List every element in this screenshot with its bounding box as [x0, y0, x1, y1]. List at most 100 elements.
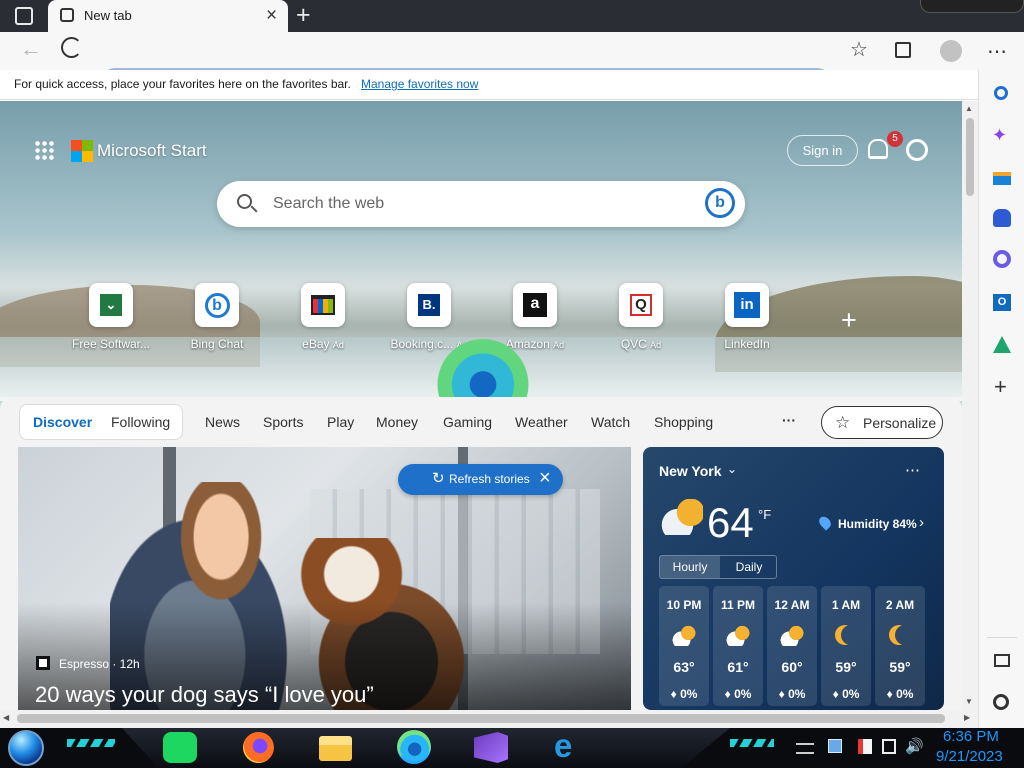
close-tab-icon[interactable]: ×	[266, 5, 277, 27]
weather-location[interactable]: New York	[659, 463, 722, 479]
page-scrollbar[interactable]: ▲ ▼	[962, 101, 978, 710]
shortcut-label: Free Softwar...	[71, 337, 151, 351]
microsoft-logo	[71, 140, 93, 162]
scroll-right-icon[interactable]: ▶	[964, 713, 970, 722]
current-temperature: 64	[707, 499, 754, 546]
ad-label: Ad	[650, 340, 662, 350]
shortcut-name: eBay	[302, 337, 330, 351]
shopping-icon[interactable]	[993, 172, 1011, 185]
page-settings-icon[interactable]	[906, 139, 928, 161]
ad-label: Ad	[332, 340, 344, 350]
tab-watch[interactable]: Watch	[591, 414, 630, 430]
start-orb-icon[interactable]	[8, 730, 44, 766]
profile-avatar[interactable]	[940, 40, 962, 62]
refresh-stories-button[interactable]: ↻ Refresh stories ×	[398, 464, 563, 495]
moon-icon	[895, 625, 915, 645]
shortcut-linkedin[interactable]: in LinkedIn	[701, 283, 793, 353]
weather-card[interactable]: New York ⌄ ⋯ 64 °F Humidity 84% › Hourly…	[643, 447, 944, 710]
weather-more-icon[interactable]: ⋯	[905, 461, 920, 479]
search-input[interactable]: Search the web	[273, 195, 384, 213]
bing-chat-icon[interactable]: b	[705, 188, 735, 218]
drop-icon[interactable]	[993, 336, 1011, 353]
network-icon[interactable]	[882, 739, 896, 754]
shortcut-bing-chat[interactable]: b Bing Chat	[171, 283, 263, 353]
web-search-box[interactable]: Search the web b	[217, 181, 745, 227]
horizontal-scrollbar-thumb[interactable]	[17, 714, 945, 723]
tab-gaming[interactable]: Gaming	[443, 414, 492, 430]
forecast-temperature: 59°	[835, 659, 857, 675]
games-icon[interactable]	[993, 209, 1011, 227]
scroll-down-icon[interactable]: ▼	[965, 697, 973, 706]
security-alert-icon[interactable]	[858, 739, 872, 754]
tab-title: New tab	[84, 8, 132, 23]
clock-time[interactable]: 6:36 PM	[943, 728, 999, 745]
publisher-logo	[36, 656, 50, 670]
scrollbar-thumb[interactable]	[966, 118, 974, 196]
tab-weather[interactable]: Weather	[515, 414, 568, 430]
forecast-temperature: 61°	[727, 659, 749, 675]
manage-favorites-link[interactable]: Manage favorites now	[361, 77, 478, 91]
ad-label: Ad	[553, 340, 565, 350]
collections-icon[interactable]	[895, 42, 911, 58]
tray-toggle-icon[interactable]	[796, 743, 814, 754]
hourly-forecast-card: 1 AM 59° ♦ 0%	[821, 586, 871, 706]
microsoft-365-icon[interactable]	[993, 250, 1011, 268]
sign-in-button[interactable]: Sign in	[787, 135, 858, 166]
tab-play[interactable]: Play	[327, 414, 354, 430]
add-shortcut-icon[interactable]: +	[841, 305, 857, 336]
bing-chat-icon: b	[195, 283, 239, 327]
tab-discover[interactable]: Discover	[33, 414, 92, 430]
sidebar-settings-icon[interactable]	[993, 694, 1009, 710]
personalize-button[interactable]: ☆ Personalize	[821, 406, 943, 439]
volume-icon[interactable]: 🔊	[905, 737, 924, 755]
tray-app-icon[interactable]	[828, 739, 842, 753]
story-headline[interactable]: 20 ways your dog says “I love you”	[35, 682, 605, 708]
back-icon[interactable]: ←	[20, 36, 42, 62]
search-icon[interactable]	[994, 86, 1008, 100]
clock-date[interactable]: 9/21/2023	[936, 748, 1003, 765]
hide-sidebar-icon[interactable]	[994, 654, 1010, 667]
droplet-icon: ♦	[670, 687, 677, 701]
chevron-down-icon[interactable]: ⌄	[727, 462, 737, 476]
horizontal-scrollbar[interactable]: ◀ ▶	[0, 710, 978, 728]
add-sidebar-app-icon[interactable]: +	[994, 374, 1007, 400]
forecast-precipitation-value: 0%	[842, 687, 860, 701]
new-tab-icon[interactable]: +	[296, 1, 311, 30]
file-explorer-icon[interactable]	[319, 736, 352, 761]
tab-sports[interactable]: Sports	[263, 414, 303, 430]
tab-new-tab[interactable]: New tab ×	[48, 0, 288, 32]
scroll-left-icon[interactable]: ◀	[3, 713, 9, 722]
visual-studio-icon[interactable]	[474, 732, 508, 763]
tab-hourly[interactable]: Hourly	[660, 556, 720, 578]
featured-story-card[interactable]: ↻ Refresh stories × Espresso · 12h 20 wa…	[18, 447, 631, 710]
sidebar-divider	[987, 637, 1017, 638]
humidity-chevron-icon[interactable]: ›	[919, 514, 924, 531]
tab-daily[interactable]: Daily	[720, 556, 778, 578]
tab-shopping[interactable]: Shopping	[654, 414, 713, 430]
tab-following[interactable]: Following	[111, 414, 170, 430]
linkedin-icon: in	[725, 283, 769, 327]
close-icon[interactable]: ×	[539, 467, 551, 490]
apps-grid-icon[interactable]	[34, 140, 54, 160]
shortcut-qvc[interactable]: Q QVC Ad	[595, 283, 687, 353]
settings-more-icon[interactable]: ⋯	[987, 39, 1007, 64]
shortcut-ebay[interactable]: eBay Ad	[277, 283, 369, 353]
temperature-unit: °F	[758, 507, 772, 522]
edge-taskbar-icon[interactable]	[397, 730, 431, 764]
tab-actions-icon[interactable]	[15, 7, 33, 25]
spotify-icon[interactable]	[163, 732, 197, 763]
internet-explorer-icon[interactable]: e	[554, 729, 587, 763]
shortcut-free-software[interactable]: ⌄ Free Softwar...	[65, 283, 157, 353]
forecast-time: 2 AM	[885, 598, 915, 612]
forecast-precipitation: ♦ 0%	[713, 687, 763, 701]
more-topics-icon[interactable]: ···	[782, 412, 796, 428]
firefox-icon[interactable]	[243, 732, 274, 763]
scroll-up-icon[interactable]: ▲	[965, 104, 973, 113]
refresh-icon[interactable]	[61, 37, 82, 58]
favorites-icon[interactable]: ☆	[850, 37, 868, 62]
tab-money[interactable]: Money	[376, 414, 418, 430]
tab-news[interactable]: News	[205, 414, 240, 430]
copilot-icon[interactable]: ✦	[992, 125, 1007, 146]
notification-bell-icon[interactable]	[868, 139, 888, 159]
outlook-icon[interactable]: O	[993, 294, 1011, 311]
